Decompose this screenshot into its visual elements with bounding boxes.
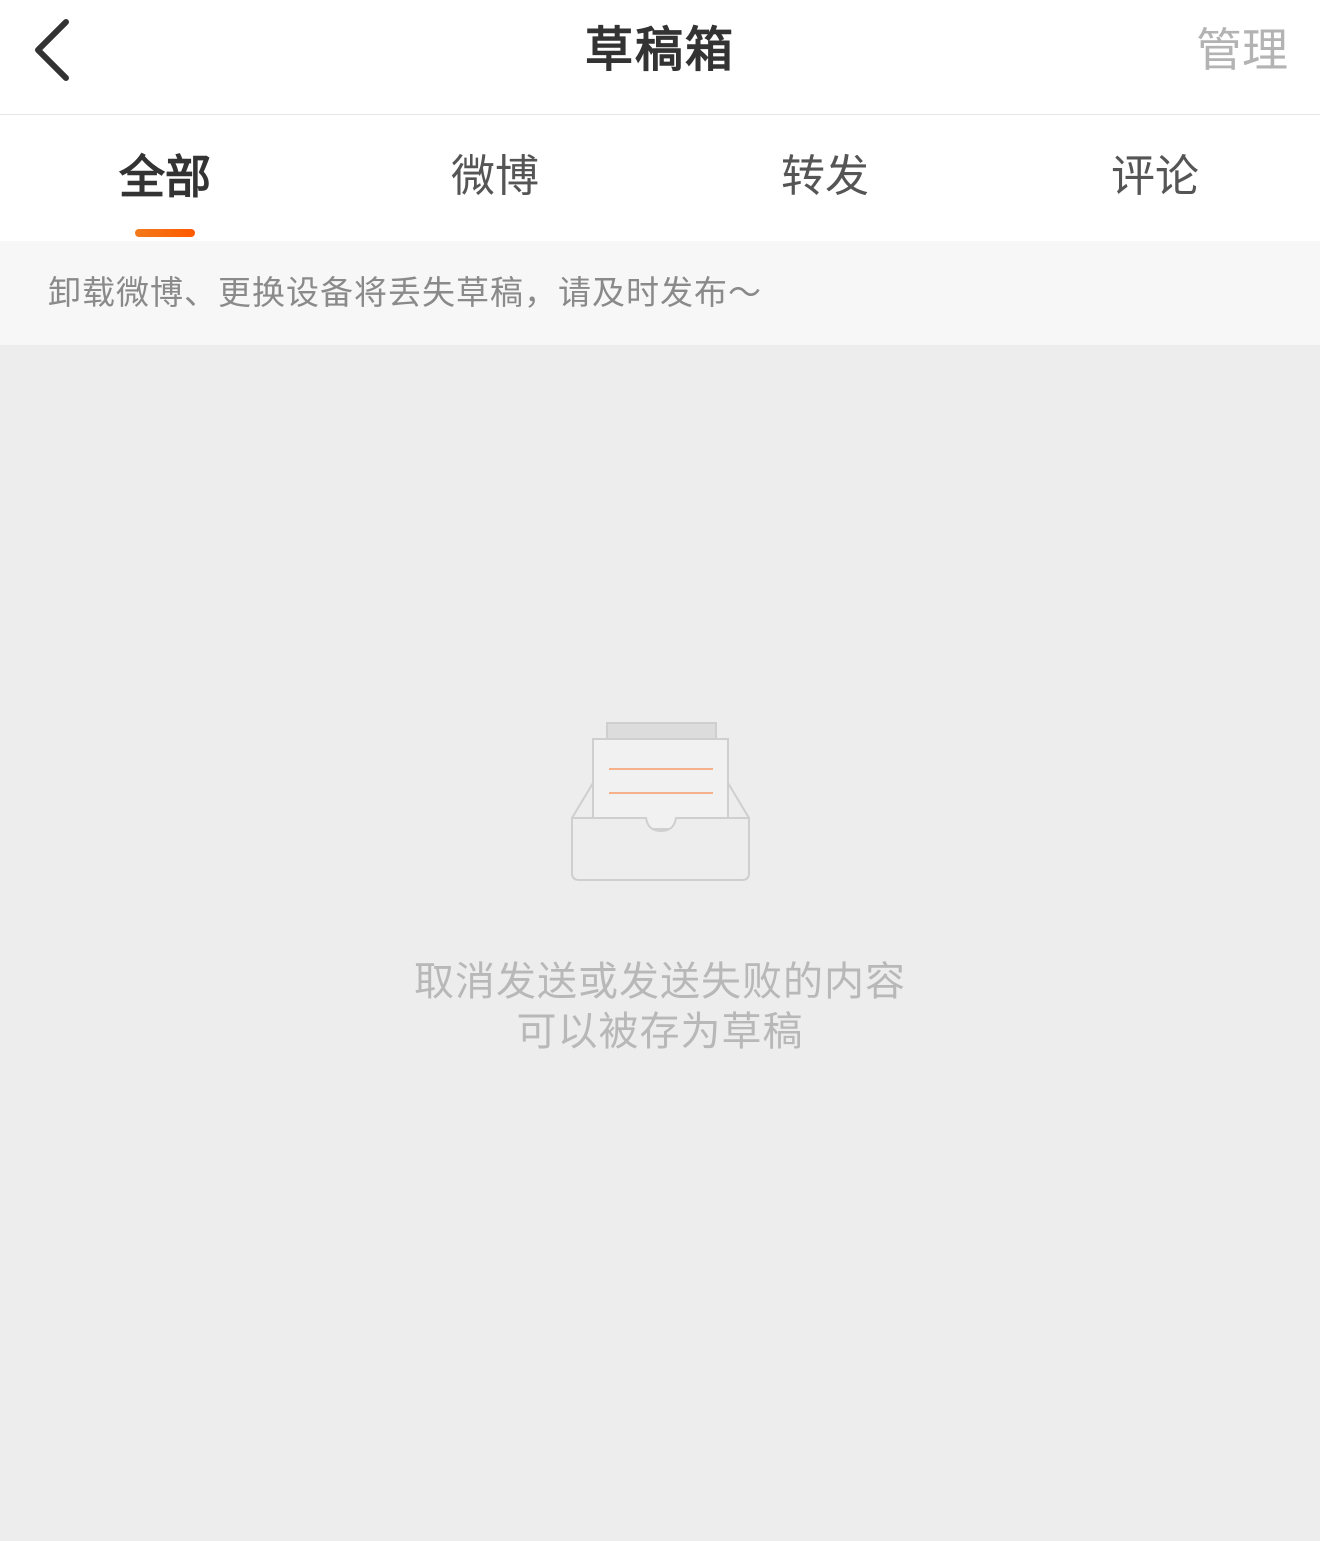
top-navigation-bar: 草稿箱 管理 <box>0 0 1320 115</box>
tab-weibo[interactable]: 微博 <box>330 115 660 241</box>
tab-label: 评论 <box>1111 151 1199 202</box>
tab-repost[interactable]: 转发 <box>660 115 990 241</box>
tab-comment[interactable]: 评论 <box>990 115 1320 241</box>
active-tab-indicator <box>135 229 195 237</box>
tab-label: 全部 <box>119 150 211 204</box>
manage-button[interactable]: 管理 <box>1196 0 1288 100</box>
tab-bar: 全部 微博 转发 评论 <box>0 115 1320 241</box>
tab-all[interactable]: 全部 <box>0 115 330 241</box>
notice-text: 卸载微博、更换设备将丢失草稿，请及时发布～ <box>48 273 762 312</box>
draft-box-icon <box>568 721 754 885</box>
notice-banner: 卸载微博、更换设备将丢失草稿，请及时发布～ <box>0 241 1320 345</box>
empty-state-message-line2: 可以被存为草稿 <box>516 1009 804 1055</box>
empty-content-area: 取消发送或发送失败的内容 可以被存为草稿 <box>0 345 1320 1541</box>
page-title: 草稿箱 <box>584 22 735 78</box>
tab-label: 微博 <box>451 151 539 202</box>
tab-label: 转发 <box>781 151 869 202</box>
